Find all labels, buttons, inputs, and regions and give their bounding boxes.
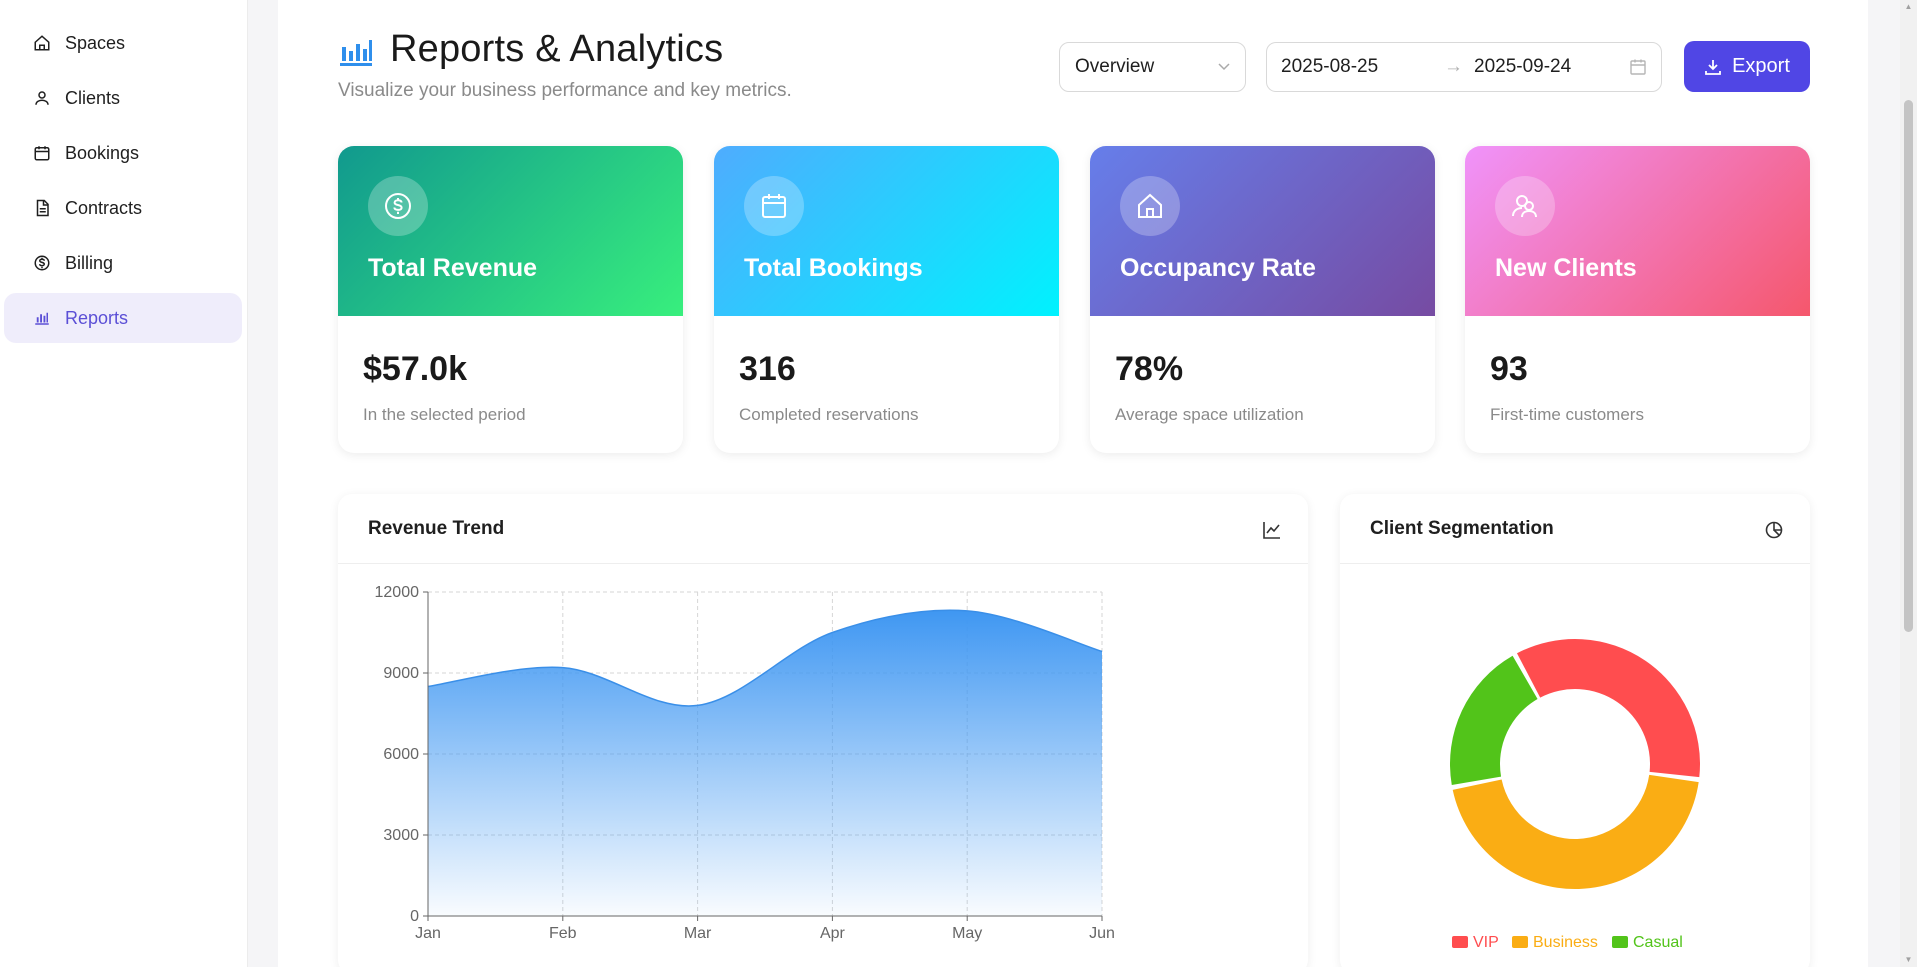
sidebar-item-label: Reports xyxy=(65,307,129,328)
users-icon xyxy=(1495,176,1555,236)
scroll-up-arrow[interactable]: ▲ xyxy=(1904,2,1913,11)
card-description: First-time customers xyxy=(1490,405,1644,424)
dollar-icon xyxy=(31,252,53,274)
arrow-right-icon: → xyxy=(1444,56,1463,77)
donut-slice-vip[interactable] xyxy=(1516,639,1700,778)
calendar-icon xyxy=(744,176,804,236)
card-value: 93 xyxy=(1490,350,1528,388)
card-title: Occupancy Rate xyxy=(1120,254,1316,282)
card-header: Occupancy Rate xyxy=(1090,146,1435,316)
y-tick-label: 12000 xyxy=(375,584,420,601)
total-revenue-card: Total Revenue $57.0k In the selected per… xyxy=(338,146,683,453)
panel-title: Revenue Trend xyxy=(368,518,505,539)
line-chart-icon[interactable] xyxy=(1262,520,1282,540)
date-end-input[interactable]: 2025-09-24 xyxy=(1474,56,1571,78)
revenue-area-chart: 0 3000 6000 9000 12000 Jan Feb Mar Apr May Jun xyxy=(375,584,1115,942)
x-tick-label: Jan xyxy=(415,925,441,942)
sidebar-item-reports[interactable]: Reports xyxy=(4,293,242,343)
card-value: $57.0k xyxy=(363,350,467,388)
card-title: Total Bookings xyxy=(744,254,923,282)
y-tick-label: 6000 xyxy=(383,746,419,763)
occupancy-rate-card: Occupancy Rate 78% Average space utiliza… xyxy=(1090,146,1435,453)
card-value: 78% xyxy=(1115,350,1184,388)
sidebar-item-billing[interactable]: Billing xyxy=(4,238,242,288)
client-segmentation-panel: Client Segmentation VIP Business Casual xyxy=(1340,494,1810,967)
download-icon xyxy=(1705,59,1721,75)
scroll-down-arrow[interactable]: ▼ xyxy=(1904,955,1913,964)
x-tick-label: Feb xyxy=(549,925,577,942)
export-label: Export xyxy=(1732,55,1790,77)
sidebar-item-bookings[interactable]: Bookings xyxy=(4,128,242,178)
chevron-down-icon xyxy=(1218,63,1230,71)
sidebar-item-label: Bookings xyxy=(65,142,140,163)
sidebar-item-label: Clients xyxy=(65,87,121,108)
sidebar-item-spaces[interactable]: Spaces xyxy=(4,18,242,68)
view-select[interactable]: Overview xyxy=(1059,42,1246,92)
card-description: Average space utilization xyxy=(1115,405,1304,424)
revenue-area xyxy=(428,610,1102,916)
dollar-circle-icon xyxy=(368,176,428,236)
panel-header: Client Segmentation xyxy=(1340,494,1810,564)
page-subtitle: Visualize your business performance and … xyxy=(338,80,792,101)
x-tick-label: Jun xyxy=(1089,925,1115,942)
sidebar-item-label: Spaces xyxy=(65,32,126,53)
card-title: New Clients xyxy=(1495,254,1637,282)
sidebar-item-contracts[interactable]: Contracts xyxy=(4,183,242,233)
card-title: Total Revenue xyxy=(368,254,538,282)
bar-chart-icon xyxy=(340,39,372,66)
card-description: Completed reservations xyxy=(739,405,919,424)
panel-title: Client Segmentation xyxy=(1370,518,1554,539)
calendar-icon xyxy=(31,142,53,164)
pie-chart-icon[interactable] xyxy=(1764,520,1784,540)
bar-chart-icon xyxy=(31,307,53,329)
sidebar-item-label: Contracts xyxy=(65,197,143,218)
legend-label[interactable]: VIP xyxy=(1473,934,1499,951)
x-tick-label: Apr xyxy=(820,925,846,942)
x-tick-label: May xyxy=(952,925,982,942)
card-description: In the selected period xyxy=(363,405,526,424)
page-scrollbar[interactable]: ▲ ▼ xyxy=(1900,0,1917,967)
card-header: Total Bookings xyxy=(714,146,1059,316)
calendar-icon xyxy=(1630,59,1646,75)
sidebar: Spaces Clients Bookings Contracts Billin… xyxy=(0,0,248,967)
legend-swatch xyxy=(1452,936,1468,948)
export-button[interactable]: Export xyxy=(1684,41,1810,92)
donut-slice-casual[interactable] xyxy=(1450,655,1538,785)
card-header: Total Revenue xyxy=(338,146,683,316)
main-content: Reports & Analytics Visualize your busin… xyxy=(278,0,1868,967)
donut-slice-business[interactable] xyxy=(1452,774,1699,889)
page-title: Reports & Analytics xyxy=(390,28,724,70)
user-icon xyxy=(31,87,53,109)
panel-header: Revenue Trend xyxy=(338,494,1308,564)
client-segmentation-donut: VIP Business Casual xyxy=(1450,639,1700,951)
date-start-input[interactable]: 2025-08-25 xyxy=(1281,56,1378,78)
new-clients-card: New Clients 93 First-time customers xyxy=(1465,146,1810,453)
legend-swatch xyxy=(1512,936,1528,948)
y-tick-label: 3000 xyxy=(383,827,419,844)
scrollbar-thumb[interactable] xyxy=(1904,100,1913,632)
home-icon xyxy=(31,32,53,54)
revenue-trend-panel: Revenue Trend 0 3000 6000 9000 12000 Jan Feb Ma… xyxy=(338,494,1308,967)
card-value: 316 xyxy=(739,350,796,388)
document-icon xyxy=(31,197,53,219)
legend-label[interactable]: Business xyxy=(1533,934,1598,951)
legend-swatch xyxy=(1612,936,1628,948)
x-tick-label: Mar xyxy=(684,925,712,942)
page-header: Reports & Analytics xyxy=(338,28,723,71)
sidebar-item-label: Billing xyxy=(65,252,114,273)
date-range-picker[interactable]: 2025-08-25 → 2025-09-24 xyxy=(1266,42,1662,92)
view-select-value: Overview xyxy=(1075,56,1155,77)
legend-label[interactable]: Casual xyxy=(1633,934,1683,951)
y-tick-label: 9000 xyxy=(383,665,419,682)
total-bookings-card: Total Bookings 316 Completed reservation… xyxy=(714,146,1059,453)
y-tick-label: 0 xyxy=(410,908,419,925)
card-header: New Clients xyxy=(1465,146,1810,316)
home-icon xyxy=(1120,176,1180,236)
sidebar-item-clients[interactable]: Clients xyxy=(4,73,242,123)
